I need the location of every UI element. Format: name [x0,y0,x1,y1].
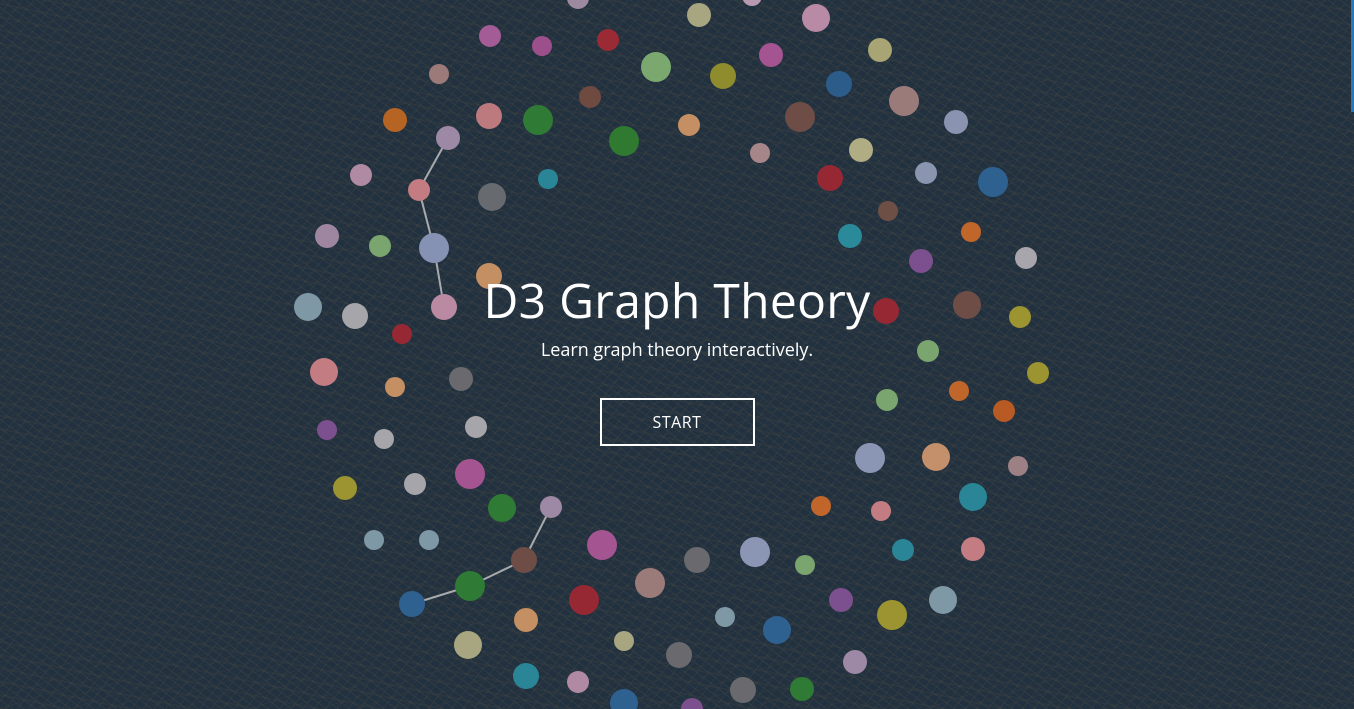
graph-node [929,586,957,614]
hero: D3 Graph Theory Learn graph theory inter… [0,268,1354,446]
graph-node [540,496,562,518]
graph-node [436,126,460,150]
graph-node [479,25,501,47]
graph-node [829,588,853,612]
graph-node [855,443,885,473]
graph-node [849,138,873,162]
graph-node [889,86,919,116]
graph-node [569,585,599,615]
graph-node [429,64,449,84]
graph-node [610,689,638,709]
graph-node [513,663,539,689]
start-button[interactable]: START [599,398,755,446]
graph-node [579,86,601,108]
graph-node [567,0,589,9]
graph-node [811,496,831,516]
graph-node [1015,247,1037,269]
graph-node [419,530,439,550]
graph-node [597,29,619,51]
graph-node [333,476,357,500]
graph-node [641,52,671,82]
graph-node [364,530,384,550]
graph-node [944,110,968,134]
graph-node [635,568,665,598]
graph-node [892,539,914,561]
graph-node [843,650,867,674]
graph-node [488,494,516,522]
graph-node [532,36,552,56]
graph-node [750,143,770,163]
graph-node [790,677,814,701]
graph-node [350,164,372,186]
graph-node [915,162,937,184]
page-title: D3 Graph Theory [483,268,871,333]
graph-node [476,103,502,129]
graph-node [1008,456,1028,476]
graph-node [978,167,1008,197]
graph-node [478,183,506,211]
graph-node [730,677,756,703]
graph-node [408,179,430,201]
graph-node [399,591,425,617]
graph-node [877,600,907,630]
graph-node [785,102,815,132]
graph-node [666,642,692,668]
landing-page: D3 Graph Theory Learn graph theory inter… [0,0,1354,709]
graph-node [817,165,843,191]
graph-node [455,571,485,601]
graph-node [959,483,987,511]
graph-node [523,105,553,135]
graph-node [404,473,426,495]
graph-node [802,4,830,32]
graph-node [614,631,634,651]
graph-node [687,3,711,27]
graph-node [868,38,892,62]
graph-node [514,608,538,632]
graph-node [871,501,891,521]
graph-node [454,631,482,659]
graph-node [369,235,391,257]
graph-node [587,530,617,560]
graph-node [455,459,485,489]
graph-node [315,224,339,248]
graph-node [826,71,852,97]
graph-node [567,671,589,693]
graph-node [961,222,981,242]
graph-node [383,108,407,132]
graph-node [763,616,791,644]
graph-node [742,0,762,6]
graph-node [715,607,735,627]
page-subtitle: Learn graph theory interactively. [540,338,814,362]
graph-node [759,43,783,67]
graph-node [838,224,862,248]
graph-node [740,537,770,567]
graph-node [681,698,703,709]
graph-node [678,114,700,136]
graph-node [609,126,639,156]
graph-node [419,233,449,263]
graph-node [684,547,710,573]
graph-node [878,201,898,221]
graph-node [795,555,815,575]
graph-node [961,537,985,561]
graph-node [511,547,537,573]
graph-node [710,63,736,89]
graph-node [538,169,558,189]
graph-node [922,443,950,471]
